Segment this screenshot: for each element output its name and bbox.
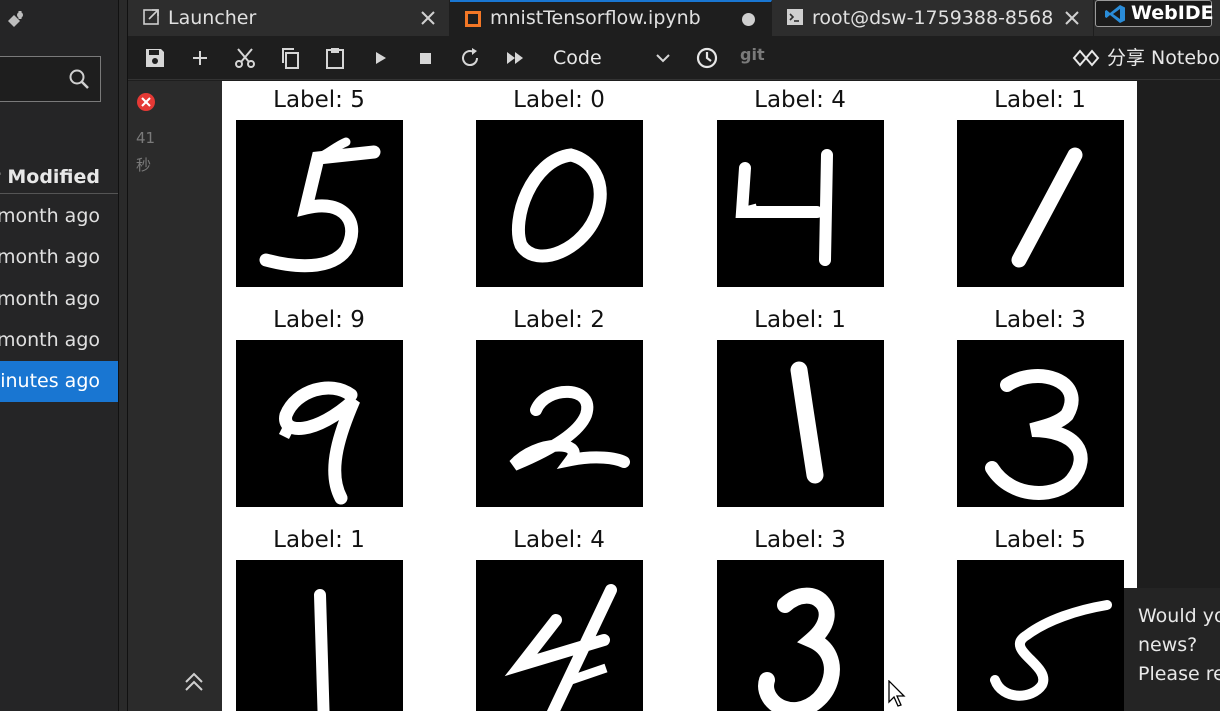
digit-label: Label: 3 — [994, 307, 1086, 333]
close-icon[interactable] — [419, 9, 437, 27]
digit-label: Label: 0 — [513, 87, 605, 113]
stop-icon[interactable] — [413, 46, 437, 70]
tab-launcher[interactable]: Launcher — [128, 0, 450, 36]
add-cell-icon[interactable] — [188, 46, 212, 70]
digit-image — [476, 120, 643, 287]
launcher-icon — [143, 9, 159, 25]
digit-image — [957, 340, 1124, 507]
chevron-down-icon — [656, 54, 670, 63]
fast-forward-icon[interactable] — [503, 46, 527, 70]
modified-date: a month ago — [0, 288, 100, 310]
cell-output-image: Label: 5 Label: 0 Label: 4 Label: 1 Labe… — [222, 81, 1137, 711]
clock-icon[interactable] — [695, 46, 719, 70]
file-row[interactable]: a month ago — [0, 196, 118, 237]
scroll-to-top-icon[interactable] — [183, 671, 205, 693]
run-icon[interactable] — [368, 46, 392, 70]
digit-label: Label: 4 — [513, 527, 605, 553]
digit-label: Label: 9 — [273, 307, 365, 333]
modified-date: a month ago — [0, 246, 100, 268]
file-search-input[interactable] — [0, 56, 101, 102]
cell-type-select[interactable]: Code — [553, 44, 671, 72]
digit-image — [476, 560, 643, 711]
copy-icon[interactable] — [278, 46, 302, 70]
digit-image — [236, 120, 403, 287]
webide-button[interactable]: WebIDE — [1095, 0, 1214, 27]
digit-image — [236, 560, 403, 711]
digit-label: Label: 2 — [513, 307, 605, 333]
notification-line: Would you like to receive — [1138, 605, 1220, 627]
file-row[interactable]: a month ago — [0, 237, 118, 278]
notebook-icon — [465, 11, 481, 27]
modified-date: a month ago — [0, 205, 100, 227]
digit-label: Label: 5 — [994, 527, 1086, 553]
digit-image — [717, 340, 884, 507]
digit-label: Label: 3 — [754, 527, 846, 553]
modified-date: a month ago — [0, 329, 100, 351]
notification-line: news? — [1138, 634, 1198, 656]
panel-splitter[interactable] — [118, 0, 128, 711]
paste-icon[interactable] — [323, 46, 347, 70]
digit-label: Label: 1 — [754, 307, 846, 333]
tab-bar: Launcher mnistTensorflow.ipynb root@dsw-… — [128, 0, 1220, 36]
save-icon[interactable] — [143, 46, 167, 70]
notification-line: Please read — [1138, 663, 1220, 685]
restart-icon[interactable] — [458, 46, 482, 70]
digit-image — [957, 560, 1124, 711]
digit-label: Label: 4 — [754, 87, 846, 113]
unsaved-indicator[interactable] — [742, 13, 755, 26]
digit-image — [476, 340, 643, 507]
news-notification[interactable]: Would you like to receive news? Please r… — [1124, 588, 1220, 711]
file-browser-panel: Last Modified a month ago a month ago a … — [0, 0, 118, 711]
close-icon[interactable] — [1063, 9, 1081, 27]
git-button[interactable]: git — [740, 45, 765, 64]
execution-time: 41 秒 — [136, 129, 156, 174]
extension-icon[interactable] — [3, 9, 27, 33]
digit-image — [717, 560, 884, 711]
share-icon — [1072, 49, 1100, 67]
digit-image — [957, 120, 1124, 287]
mouse-cursor-icon — [888, 680, 906, 707]
column-header-last-modified[interactable]: Last Modified — [0, 160, 118, 194]
search-icon — [69, 69, 89, 89]
tab-mnist-notebook[interactable]: mnistTensorflow.ipynb — [450, 0, 772, 36]
digit-label: Label: 1 — [994, 87, 1086, 113]
terminal-icon — [787, 9, 803, 25]
digit-image — [236, 340, 403, 507]
cell-gutter: 41 秒 — [128, 81, 222, 711]
digit-label: Label: 1 — [273, 527, 365, 553]
file-row[interactable]: a month ago — [0, 279, 118, 320]
cut-icon[interactable] — [233, 46, 257, 70]
modified-date: 4 minutes ago — [0, 370, 100, 392]
file-row-selected[interactable]: 4 minutes ago — [0, 361, 118, 402]
digit-label: Label: 5 — [273, 87, 365, 113]
file-row[interactable]: a month ago — [0, 320, 118, 361]
tab-terminal[interactable]: root@dsw-1759388-856854b — [772, 0, 1094, 36]
error-icon — [137, 93, 155, 111]
notebook-toolbar: Code git 分享 Notebook — [128, 36, 1220, 80]
notebook-area: 41 秒 Label: 5 Label: 0 Label: 4 Label: 1… — [128, 81, 1220, 711]
digit-image — [717, 120, 884, 287]
vscode-icon — [1105, 5, 1125, 23]
